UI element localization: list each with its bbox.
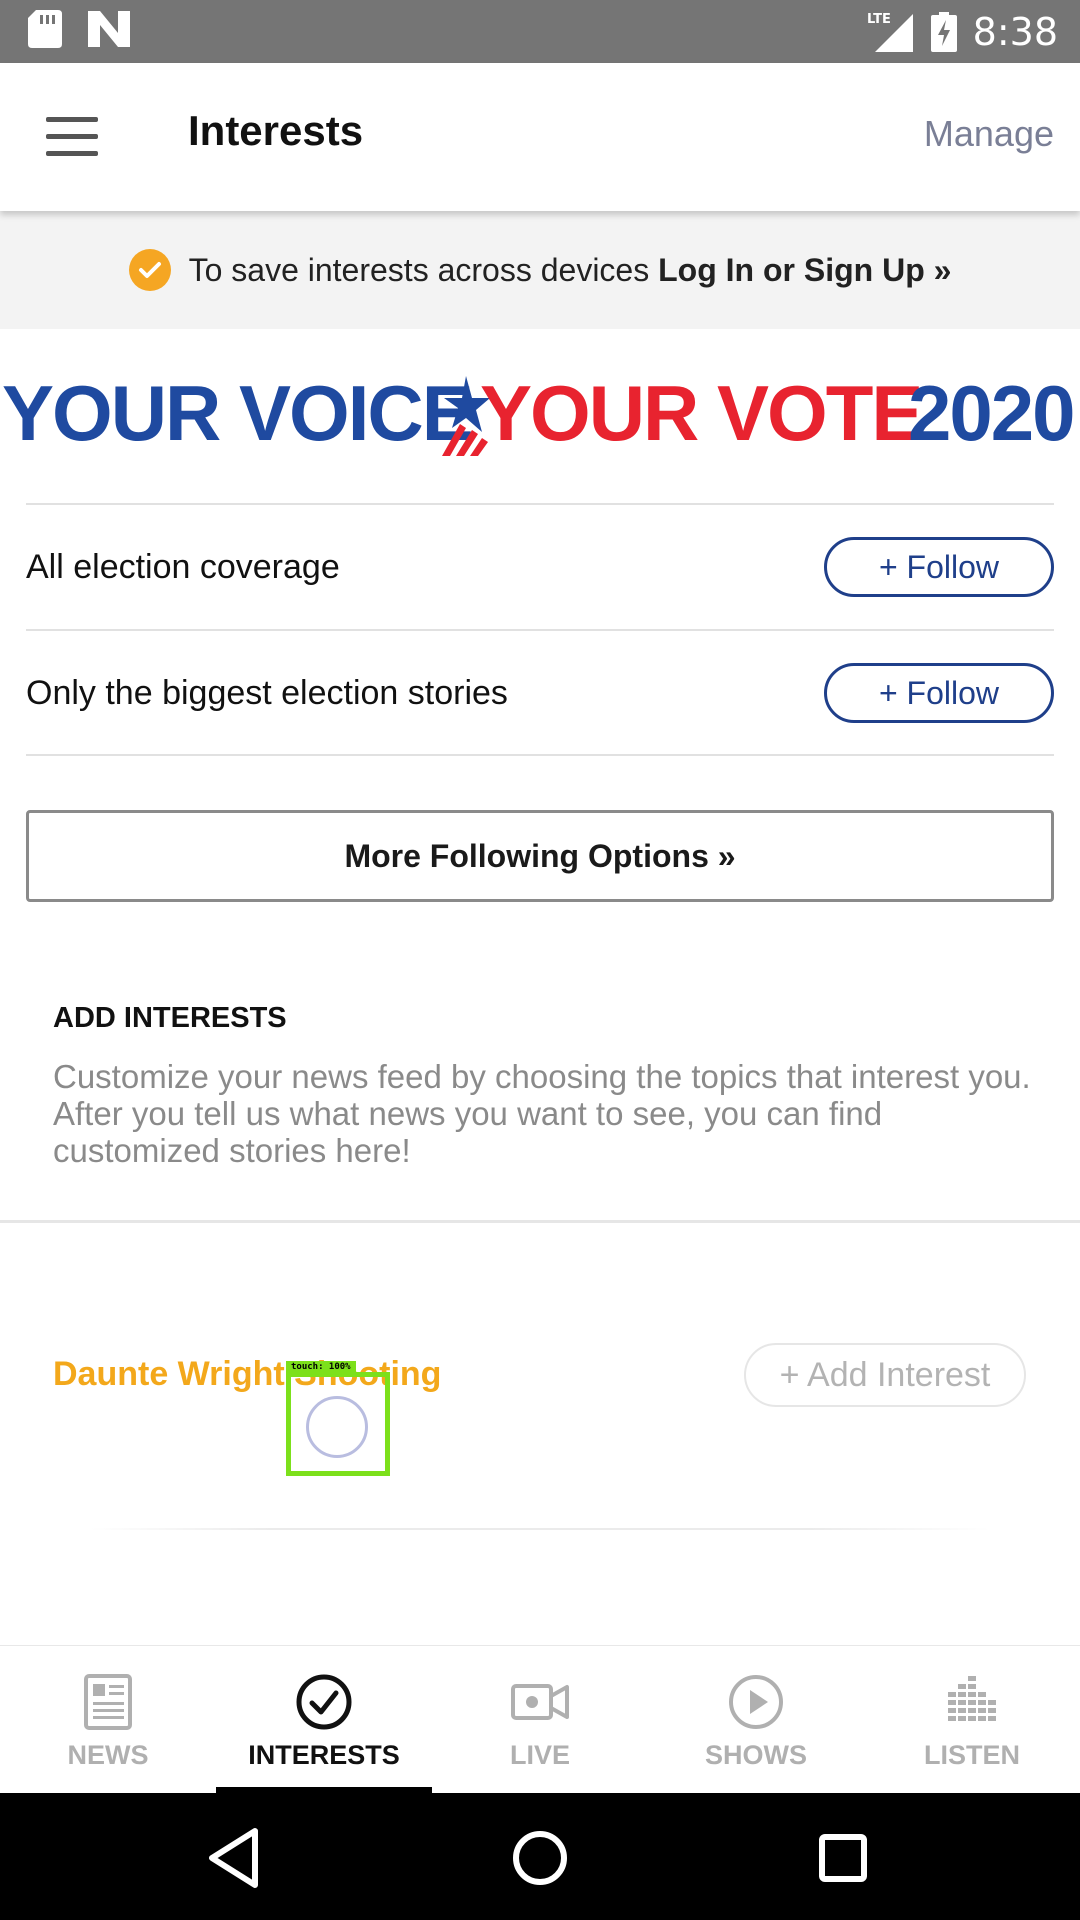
tab-label: LISTEN	[923, 1740, 1020, 1770]
more-following-options-button[interactable]: More Following Options »	[26, 810, 1054, 902]
system-navigation-bar	[0, 1793, 1080, 1920]
battery-charging-icon	[930, 11, 957, 52]
check-circle-icon	[128, 249, 171, 291]
lte-signal-icon: LTE	[867, 12, 913, 52]
follow-row-all-coverage: All election coverage + Follow	[26, 505, 1054, 629]
play-circle-icon	[729, 1675, 783, 1729]
manage-button[interactable]: Manage	[924, 113, 1054, 155]
tab-label: INTERESTS	[248, 1740, 400, 1770]
status-time: 8:38	[972, 9, 1058, 54]
divider	[26, 754, 1054, 756]
status-right-icons: LTE 8:38	[867, 0, 1058, 63]
svg-text:LTE: LTE	[867, 12, 891, 27]
tab-news[interactable]: NEWS	[0, 1646, 216, 1794]
status-left-icons	[28, 10, 130, 48]
tab-listen[interactable]: LISTEN	[864, 1646, 1080, 1794]
tab-interests[interactable]: INTERESTS	[216, 1646, 432, 1794]
bottom-tab-bar: NEWS INTERESTS LIVE SHOWS LISTEN	[0, 1645, 1080, 1794]
n-logo-icon	[88, 11, 130, 47]
equalizer-icon	[948, 1676, 996, 1721]
tab-label: NEWS	[67, 1740, 149, 1770]
tab-shows[interactable]: SHOWS	[648, 1646, 864, 1794]
follow-button[interactable]: + Follow	[824, 663, 1054, 723]
logo-your-vote: YOUR VOTE	[480, 369, 923, 457]
follow-row-label: Only the biggest election stories	[26, 673, 508, 712]
tab-live[interactable]: LIVE	[432, 1646, 648, 1794]
check-circle-icon	[296, 1674, 352, 1730]
back-icon[interactable]	[200, 1823, 270, 1893]
follow-button[interactable]: + Follow	[824, 537, 1054, 597]
logo-your-voice: YOUR VOICE	[2, 369, 474, 457]
add-interests-description: Customize your news feed by choosing the…	[53, 1058, 1031, 1169]
recents-icon[interactable]	[808, 1823, 878, 1893]
sd-card-icon	[28, 10, 62, 48]
add-interest-button[interactable]: + Add Interest	[744, 1343, 1026, 1407]
page-title: Interests	[188, 107, 364, 154]
tab-label: LIVE	[509, 1740, 570, 1770]
app-bar: Interests Manage	[0, 63, 1080, 211]
video-camera-icon	[511, 1684, 569, 1720]
add-interests-heading: ADD INTERESTS	[53, 1002, 287, 1034]
follow-row-biggest-stories: Only the biggest election stories + Foll…	[26, 631, 1054, 755]
status-bar: LTE 8:38	[0, 0, 1080, 63]
newspaper-icon	[84, 1674, 132, 1730]
login-banner: To save interests across devices Log In …	[0, 211, 1080, 329]
banner-text: To save interests across devices	[188, 251, 659, 288]
login-signup-link[interactable]: Log In or Sign Up »	[658, 252, 951, 288]
hamburger-menu-icon[interactable]	[46, 117, 98, 157]
section-divider	[0, 1220, 1080, 1223]
home-icon[interactable]	[505, 1823, 575, 1893]
divider	[90, 1528, 990, 1530]
election-logo: YOUR VOICE YOUR VOTE 2020	[0, 368, 1080, 458]
touch-point-circle	[306, 1396, 368, 1458]
tab-label: SHOWS	[704, 1740, 807, 1770]
logo-year: 2020	[908, 369, 1076, 457]
follow-row-label: All election coverage	[26, 547, 340, 586]
